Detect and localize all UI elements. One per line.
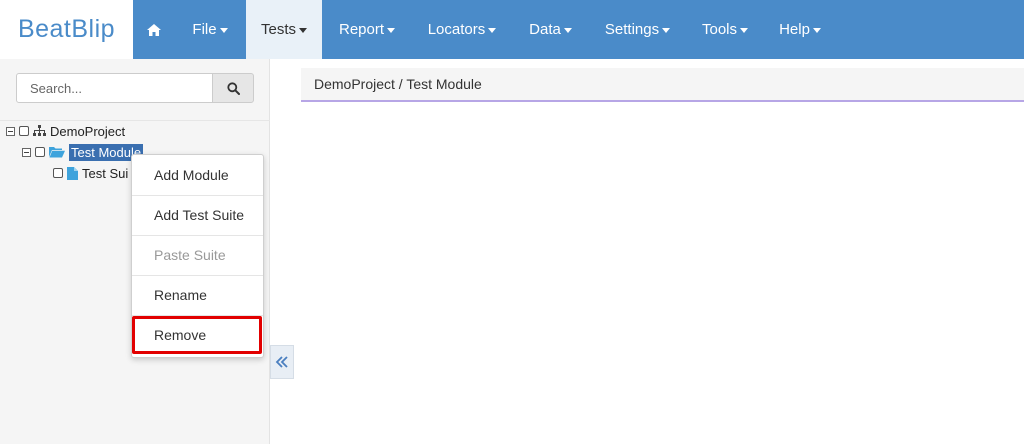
nav-tests-label: Tests <box>260 21 296 38</box>
tree-node-module[interactable]: Test Module <box>22 143 144 161</box>
sitemap-icon <box>33 125 46 137</box>
top-navbar: BeatBlip File Tests Report Locators Data… <box>0 0 1024 59</box>
menu-item-label: Paste Suite <box>154 247 226 263</box>
caret-down-icon <box>387 27 396 33</box>
nav-tools-label: Tools <box>701 21 738 38</box>
nav-tools[interactable]: Tools <box>686 0 764 59</box>
caret-down-icon <box>299 27 307 33</box>
menu-item-paste-suite[interactable]: Paste Suite <box>132 235 263 275</box>
caret-down-icon <box>219 27 228 33</box>
tree-checkbox[interactable] <box>19 126 29 136</box>
collapse-sidebar-button[interactable] <box>270 345 294 379</box>
tree-checkbox[interactable] <box>53 168 63 178</box>
menu-item-add-test-suite[interactable]: Add Test Suite <box>132 195 263 235</box>
folder-open-icon <box>49 146 65 158</box>
home-button[interactable] <box>133 0 174 59</box>
collapse-toggle-icon[interactable] <box>6 126 15 136</box>
tree-checkbox[interactable] <box>35 147 45 157</box>
menu-item-label: Add Test Suite <box>154 207 245 223</box>
brand-logo-text: BeatBlip <box>17 15 116 43</box>
search-button[interactable] <box>212 73 254 103</box>
caret-down-icon <box>488 27 497 33</box>
breadcrumb-text: DemoProject / Test Module <box>314 76 482 92</box>
brand-logo[interactable]: BeatBlip <box>0 0 133 59</box>
menu-item-remove[interactable]: Remove <box>132 315 263 355</box>
caret-down-icon <box>740 27 749 33</box>
nav-locators-label: Locators <box>427 21 486 38</box>
nav-file[interactable]: File <box>174 0 246 59</box>
search-group <box>16 73 254 103</box>
search-input[interactable] <box>16 73 213 103</box>
nav-settings[interactable]: Settings <box>589 0 686 59</box>
menu-item-label: Rename <box>154 287 207 303</box>
double-chevron-left-icon <box>275 356 288 368</box>
tree-node-project[interactable]: DemoProject <box>6 122 125 140</box>
sidebar-divider <box>0 120 270 121</box>
nav-data-label: Data <box>529 21 561 38</box>
nav-file-label: File <box>192 21 217 38</box>
nav-help[interactable]: Help <box>764 0 836 59</box>
context-menu: Add Module Add Test Suite Paste Suite Re… <box>131 154 264 358</box>
caret-down-icon <box>563 27 572 33</box>
nav-data[interactable]: Data <box>512 0 589 59</box>
tree-node-suite[interactable]: Test Sui <box>53 164 128 182</box>
nav-help-label: Help <box>779 21 810 38</box>
file-icon <box>67 166 78 180</box>
menu-item-add-module[interactable]: Add Module <box>132 155 263 195</box>
collapse-toggle-icon[interactable] <box>22 147 31 157</box>
search-icon <box>226 81 240 95</box>
nav-locators[interactable]: Locators <box>412 0 512 59</box>
caret-down-icon <box>662 27 671 33</box>
menu-item-label: Add Module <box>154 167 229 183</box>
caret-down-icon <box>812 27 821 33</box>
tree-node-label: Test Sui <box>82 165 129 181</box>
nav-report[interactable]: Report <box>322 0 412 59</box>
menu-item-rename[interactable]: Rename <box>132 275 263 315</box>
tree-node-label: DemoProject <box>50 123 126 139</box>
home-icon <box>146 23 161 36</box>
nav-report-label: Report <box>338 21 385 38</box>
breadcrumb: DemoProject / Test Module <box>301 68 1024 102</box>
nav-settings-label: Settings <box>604 21 660 38</box>
menu-item-label: Remove <box>154 327 207 343</box>
nav-tests[interactable]: Tests <box>246 0 322 59</box>
